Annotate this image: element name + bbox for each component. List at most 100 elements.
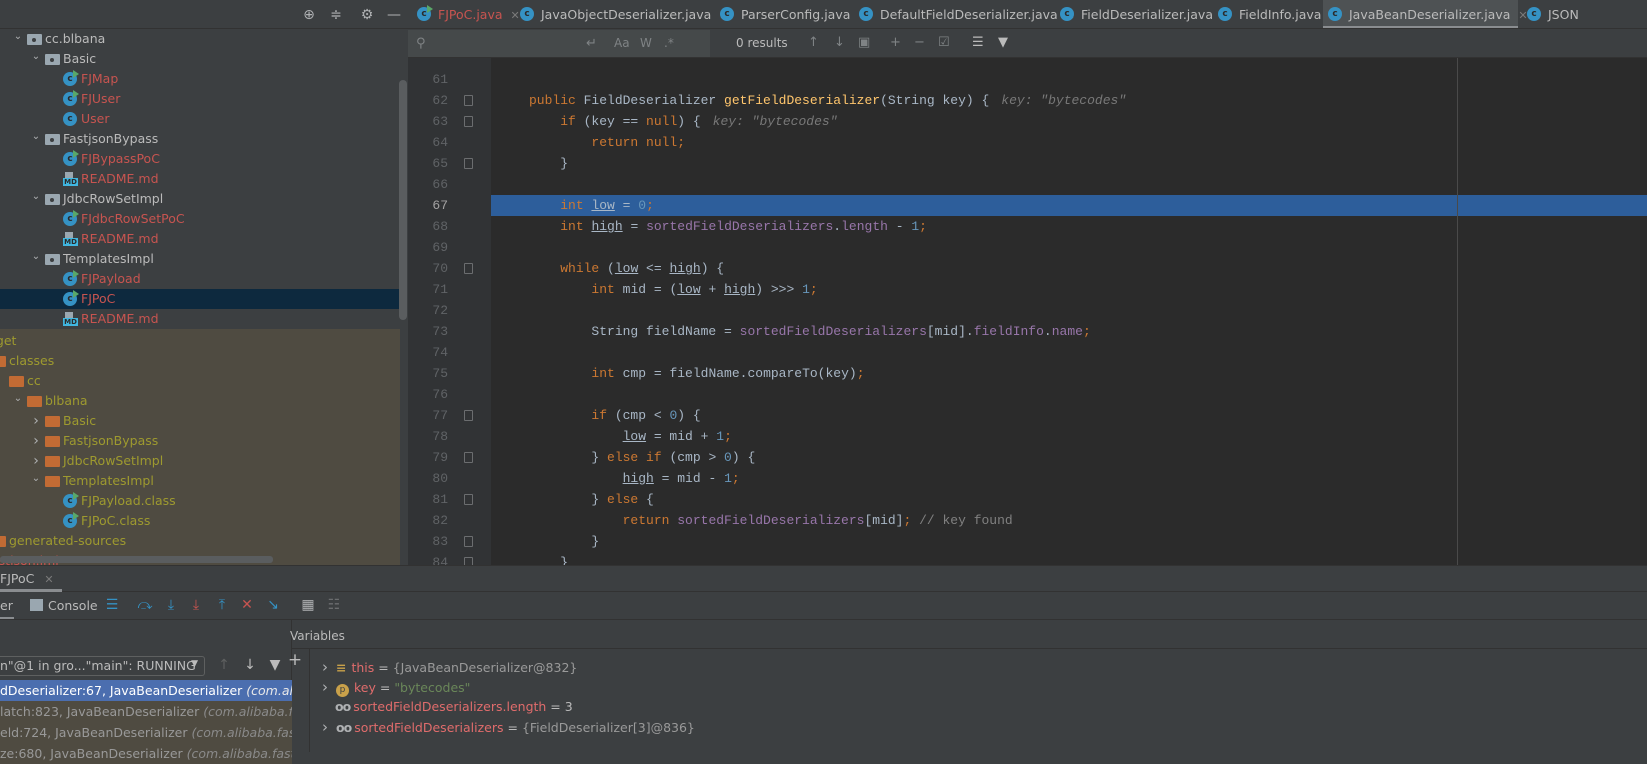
fold-marker-icon[interactable] — [464, 158, 473, 169]
gear-icon[interactable]: ⚙ — [358, 6, 376, 24]
tree-item[interactable]: c FJPoC — [0, 289, 400, 309]
tree-item[interactable]: ⌄ FastjsonBypass — [0, 129, 400, 149]
chevron-right-icon[interactable]: › — [322, 718, 328, 736]
variable-row[interactable]: › p key = "bytecodes" — [322, 677, 470, 697]
search-input[interactable]: ⚲ ↵ Aa W .* — [408, 30, 710, 57]
regex-toggle[interactable]: .* — [664, 36, 674, 50]
debug-session-tab[interactable]: FJPoC ✕ — [0, 566, 62, 592]
next-occurrence-icon[interactable]: ↓ — [834, 35, 845, 50]
stack-frame[interactable]: latch:823, JavaBeanDeserializer (com.ali… — [0, 701, 292, 722]
line-number[interactable]: 80 — [416, 468, 448, 489]
tab-defaultfielddeserializer-java[interactable]: cDefaultFieldDeserializer.java✕ — [854, 0, 1075, 28]
project-horizontal-scrollbar[interactable] — [0, 556, 273, 563]
chevron-down-icon[interactable]: ⌄ — [30, 51, 42, 62]
tree-item[interactable]: ⌄ JdbcRowSetImpl — [0, 189, 400, 209]
stack-frame[interactable]: eld:724, JavaBeanDeserializer (com.aliba… — [0, 722, 292, 743]
line-number[interactable]: 71 — [416, 279, 448, 300]
tree-item[interactable]: › FastjsonBypass — [0, 431, 400, 451]
evaluate-expression-icon[interactable]: ▦ — [299, 597, 317, 613]
project-vertical-scrollbar[interactable] — [399, 80, 407, 320]
tree-item[interactable]: c FJMap — [0, 69, 400, 89]
minimize-icon[interactable]: — — [385, 6, 403, 24]
previous-occurrence-icon[interactable]: ↑ — [808, 35, 819, 50]
chevron-right-icon[interactable]: › — [322, 678, 328, 696]
line-number[interactable]: 62 — [416, 90, 448, 111]
chevron-down-icon[interactable]: ⌄ — [12, 393, 24, 404]
chevron-right-icon[interactable]: › — [30, 453, 42, 469]
line-number[interactable]: 69 — [416, 237, 448, 258]
fold-marker-icon[interactable] — [464, 116, 473, 127]
chevron-down-icon[interactable]: ⌄ — [30, 191, 42, 202]
line-number[interactable]: 61 — [416, 69, 448, 90]
line-number[interactable]: 64 — [416, 132, 448, 153]
tab-fieldinfo-java[interactable]: cFieldInfo.java✕ — [1213, 0, 1339, 28]
tab-fielddeserializer-java[interactable]: cFieldDeserializer.java✕ — [1055, 0, 1230, 28]
chevron-right-icon[interactable]: › — [322, 658, 328, 676]
line-number[interactable]: 67 — [416, 195, 448, 216]
chevron-down-icon[interactable]: ⌄ — [12, 31, 24, 42]
tree-item[interactable]: ⌄ TemplatesImpl — [0, 471, 400, 491]
select-all-icon[interactable]: ☑ — [938, 35, 950, 50]
line-number[interactable]: 76 — [416, 384, 448, 405]
tab-console[interactable]: Console — [30, 598, 98, 613]
locate-icon[interactable]: ⊕ — [300, 6, 318, 24]
tree-item[interactable]: c FJUser — [0, 89, 400, 109]
line-number[interactable]: 66 — [416, 174, 448, 195]
add-watch-icon[interactable]: + — [286, 650, 304, 670]
tree-item[interactable]: ⌄ Basic — [0, 49, 400, 69]
line-number[interactable]: 65 — [416, 153, 448, 174]
tree-item[interactable]: MD README.md — [0, 229, 400, 249]
fold-marker-icon[interactable] — [464, 536, 473, 547]
tab-parserconfig-java[interactable]: cParserConfig.java✕ — [715, 0, 868, 28]
chevron-down-icon[interactable]: ⌄ — [30, 251, 42, 262]
frames-layout-icon[interactable]: ☰ — [103, 597, 121, 613]
chevron-right-icon[interactable]: › — [30, 433, 42, 449]
line-number[interactable]: 83 — [416, 531, 448, 552]
tab-fjpoc-java[interactable]: c FJPoC.java ✕ — [412, 0, 520, 28]
fold-marker-icon[interactable] — [464, 263, 473, 274]
fold-marker-icon[interactable] — [464, 95, 473, 106]
tree-item[interactable]: ⌄ cc.blbana — [0, 29, 400, 49]
line-number[interactable]: 82 — [416, 510, 448, 531]
tree-item[interactable]: rget — [0, 331, 400, 351]
line-number[interactable]: 63 — [416, 111, 448, 132]
previous-frame-icon[interactable]: ↑ — [215, 657, 233, 673]
variable-row[interactable]: › ≡ this = {JavaBeanDeserializer@832} — [322, 657, 577, 677]
words-toggle[interactable]: W — [640, 36, 652, 50]
variable-row[interactable]: › oo sortedFieldDeserializers = {FieldDese… — [322, 717, 695, 737]
line-number[interactable]: 84 — [416, 552, 448, 565]
tab-javabeandeserializer-java[interactable]: c JavaBeanDeserializer.java ✕ — [1323, 0, 1528, 28]
tab-javaobjectdeserializer-java[interactable]: cJavaObjectDeserializer.java✕ — [515, 0, 728, 28]
step-over-icon[interactable]: ⤼ — [136, 597, 154, 613]
run-to-cursor-icon[interactable]: ↘ — [264, 597, 282, 613]
tree-item[interactable]: classes — [0, 351, 400, 371]
force-step-into-icon[interactable]: ⤓ — [187, 597, 205, 613]
close-icon[interactable]: ✕ — [44, 573, 53, 586]
fold-marker-icon[interactable] — [464, 452, 473, 463]
tree-item[interactable]: c FJPayload.class — [0, 491, 400, 511]
stack-frame[interactable]: ze:680, JavaBeanDeserializer (com.alibab… — [0, 743, 292, 764]
tree-item[interactable]: ⌄ blbana — [0, 391, 400, 411]
step-into-icon[interactable]: ⤓ — [162, 597, 180, 613]
code-editor[interactable]: 61 62 public FieldDeserializer getFieldDes… — [408, 58, 1647, 565]
tree-item[interactable]: c FJPoC.class — [0, 511, 400, 531]
tree-item[interactable]: generated-sources — [0, 531, 400, 551]
line-number[interactable]: 75 — [416, 363, 448, 384]
step-out-icon[interactable]: ⤒ — [213, 597, 231, 613]
tree-item[interactable]: c User — [0, 109, 400, 129]
newline-icon[interactable]: ↵ — [586, 36, 597, 51]
stack-frame[interactable]: dDeserializer:67, JavaBeanDeserializer (… — [0, 680, 292, 701]
drop-frame-icon[interactable]: ✕ — [238, 597, 256, 613]
fold-marker-icon[interactable] — [464, 557, 473, 565]
thread-selector[interactable]: n"@1 in gro..."main": RUNNING ▼ — [0, 656, 205, 676]
tree-item[interactable]: cc — [0, 371, 400, 391]
select-all-occurrences-icon[interactable]: ▣ — [858, 35, 870, 50]
filter-icon[interactable]: ▼ — [998, 35, 1008, 50]
line-number[interactable]: 73 — [416, 321, 448, 342]
trace-icon[interactable]: ☷ — [325, 597, 343, 613]
remove-occurrence-icon[interactable]: − — [914, 35, 925, 50]
chevron-down-icon[interactable]: ⌄ — [30, 131, 42, 142]
chevron-right-icon[interactable]: › — [30, 413, 42, 429]
tree-item[interactable]: c FJPayload — [0, 269, 400, 289]
line-number[interactable]: 68 — [416, 216, 448, 237]
